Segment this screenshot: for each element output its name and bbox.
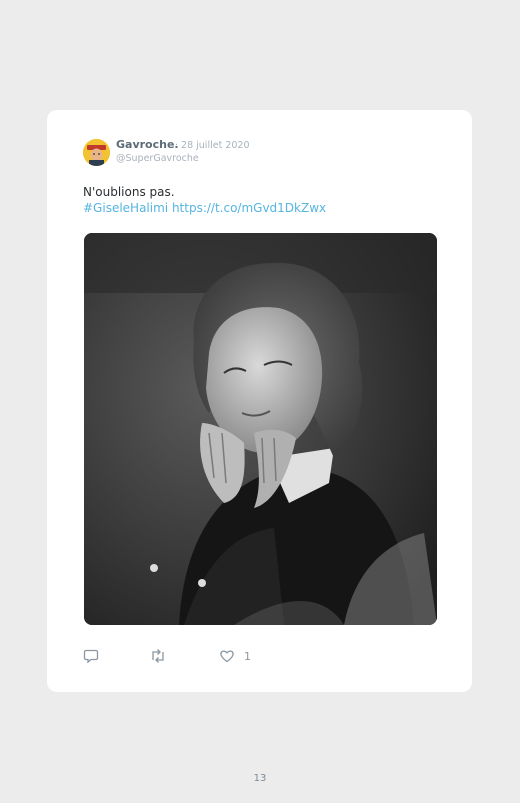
url-link[interactable]: https://t.co/mGvd1DkZwx [172,201,326,215]
reply-icon [83,649,99,664]
tweet-card: Gavroche. · 28 juillet 2020 @SuperGavroc… [47,110,472,692]
avatar-image [83,139,110,166]
retweet-button[interactable] [149,648,167,664]
hashtag-link[interactable]: #GiseleHalimi [83,201,168,215]
tweet-date[interactable]: · 28 juillet 2020 [175,140,250,151]
page-number: 13 [253,773,267,784]
avatar[interactable] [83,139,110,166]
tweet-text: N'oublions pas. #GiseleHalimi https://t.… [83,184,326,216]
like-button[interactable]: 1 [219,648,251,664]
author-handle[interactable]: @SuperGavroche [116,153,199,164]
author-name[interactable]: Gavroche. [116,138,179,151]
tweet-message: N'oublions pas. [83,185,175,199]
heart-icon [220,650,234,663]
tweet-photo[interactable] [84,233,437,625]
retweet-icon [152,649,164,663]
tweet-actions: 1 [83,648,443,668]
reply-button[interactable] [83,648,99,664]
like-count: 1 [244,649,251,663]
tweet-links: #GiseleHalimi https://t.co/mGvd1DkZwx [83,200,326,216]
photo-image [84,233,437,625]
